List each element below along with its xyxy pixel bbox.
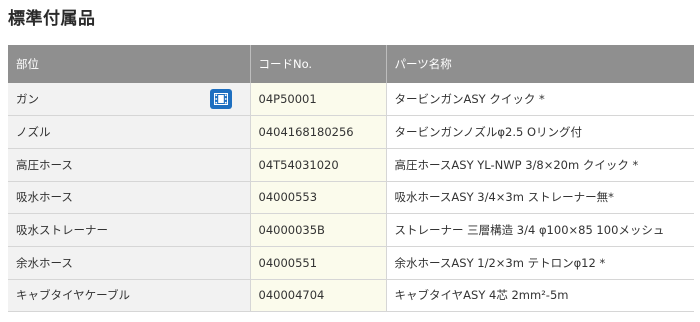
- video-film-icon[interactable]: [209, 89, 232, 110]
- part-cell: 余水ホース: [8, 246, 251, 280]
- code-cell: 04000553: [250, 181, 387, 215]
- code-cell: 04000551: [250, 246, 387, 280]
- code-cell: 0404168180256: [250, 115, 387, 149]
- name-cell: タービンガンASY クイック *: [386, 83, 694, 117]
- name-cell: キャブタイヤASY 4芯 2mm²-5m: [386, 279, 694, 313]
- table-row: 高圧ホース 04T54031020 高圧ホースASY YL-NWP 3/8×20…: [8, 148, 694, 182]
- part-cell: 高圧ホース: [8, 148, 251, 182]
- code-cell: 04P50001: [250, 83, 387, 117]
- code-cell: 04T54031020: [250, 148, 387, 182]
- part-cell: キャブタイヤケーブル: [8, 279, 251, 313]
- part-cell: ノズル: [8, 115, 251, 149]
- part-label: ガン: [16, 92, 39, 107]
- table-row: キャブタイヤケーブル 040004704 キャブタイヤASY 4芯 2mm²-5…: [8, 279, 694, 313]
- name-cell: タービンガンノズルφ2.5 Oリング付: [386, 115, 694, 149]
- part-cell: 吸水ストレーナー: [8, 213, 251, 247]
- table-row: 吸水ストレーナー 04000035B ストレーナー 三層構造 3/4 φ100×…: [8, 213, 694, 247]
- accessories-table: 部位 コードNo. パーツ名称 ガン 04P50001 タービンガンASY クイ…: [8, 45, 694, 313]
- header-code: コードNo.: [250, 45, 387, 83]
- name-cell: 余水ホースASY 1/2×3m テトロンφ12 *: [386, 246, 694, 280]
- name-cell: 吸水ホースASY 3/4×3m ストレーナー無*: [386, 181, 694, 215]
- table-row: 余水ホース 04000551 余水ホースASY 1/2×3m テトロンφ12 *: [8, 246, 694, 280]
- name-cell: 高圧ホースASY YL-NWP 3/8×20m クイック *: [386, 148, 694, 182]
- header-name: パーツ名称: [386, 45, 694, 83]
- header-part: 部位: [8, 45, 251, 83]
- code-cell: 040004704: [250, 279, 387, 313]
- name-cell: ストレーナー 三層構造 3/4 φ100×85 100メッシュ: [386, 213, 694, 247]
- part-cell: ガン: [8, 83, 251, 117]
- table-row: ノズル 0404168180256 タービンガンノズルφ2.5 Oリング付: [8, 115, 694, 149]
- table-row: ガン 04P50001 タービンガンASY クイック *: [8, 83, 694, 117]
- table-row: 吸水ホース 04000553 吸水ホースASY 3/4×3m ストレーナー無*: [8, 181, 694, 215]
- part-cell: 吸水ホース: [8, 181, 251, 215]
- page-title: 標準付属品: [8, 9, 96, 29]
- table-header-row: 部位 コードNo. パーツ名称: [8, 45, 694, 83]
- code-cell: 04000035B: [250, 213, 387, 247]
